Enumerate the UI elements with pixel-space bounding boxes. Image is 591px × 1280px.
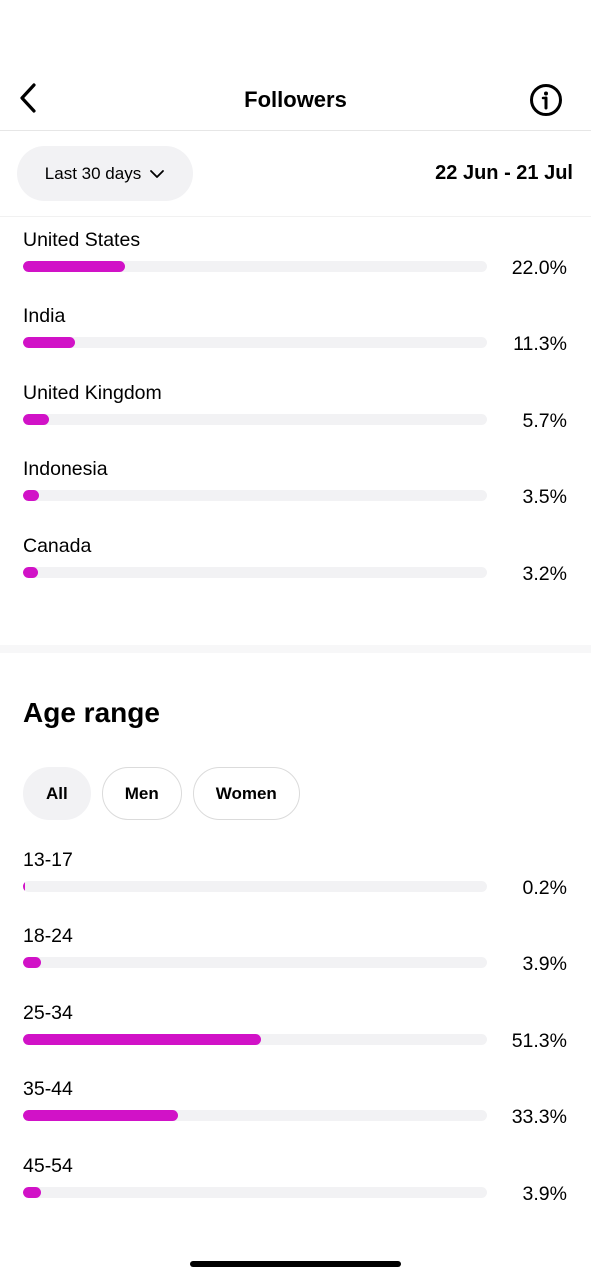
bar-track [23, 566, 487, 578]
country-label: Indonesia [23, 458, 108, 481]
country-label: India [23, 305, 66, 328]
info-circle-icon [530, 84, 562, 116]
section-title-age-range: Age range [23, 697, 160, 728]
percentage-value: 3.9% [522, 1182, 567, 1205]
age-label: 13-17 [23, 849, 73, 871]
period-dropdown[interactable]: Last 30 days [17, 146, 193, 201]
date-range: 22 Jun - 21 Jul [435, 162, 573, 184]
percentage-value: 3.2% [522, 562, 567, 585]
percentage-value: 22.0% [511, 257, 567, 279]
percentage-value: 11.3% [513, 333, 567, 356]
chip-women[interactable]: Women [192, 767, 300, 820]
percentage-value: 3.5% [522, 486, 567, 509]
age-label: 35-44 [23, 1078, 73, 1101]
age-label: 45-54 [23, 1154, 73, 1177]
chip-men[interactable]: Men [101, 767, 182, 820]
bar-fill [23, 337, 76, 349]
period-label: Last 30 days [44, 163, 142, 183]
header-bar: Followers [0, 70, 591, 131]
info-button[interactable] [529, 83, 563, 117]
bar-fill [23, 490, 40, 502]
list-item: 13-17 0.2% [0, 848, 591, 924]
country-label: United Kingdom [23, 381, 162, 404]
list-item: Indonesia 3.5% [0, 457, 591, 533]
bar-fill [23, 566, 38, 578]
age-label: 18-24 [23, 925, 73, 948]
bar-fill [23, 1110, 178, 1122]
bar-fill [23, 261, 126, 272]
country-list: United States 22.0% India 11.3% United K… [0, 228, 591, 610]
list-item: 25-34 51.3% [0, 1001, 591, 1077]
bar-track [23, 337, 487, 349]
list-item: 45-54 3.9% [0, 1154, 591, 1230]
percentage-value: 0.2% [522, 877, 567, 899]
country-label: Canada [23, 534, 92, 557]
bar-track [23, 1033, 487, 1045]
filter-row: Last 30 days 22 Jun - 21 Jul [0, 132, 591, 217]
bar-fill [23, 1033, 262, 1045]
country-label: United States [23, 229, 141, 251]
percentage-value: 5.7% [522, 409, 567, 432]
list-item: 35-44 33.3% [0, 1077, 591, 1153]
bar-fill [23, 1186, 42, 1198]
page-title: Followers [244, 87, 347, 112]
bar-track [23, 957, 487, 969]
bar-track [23, 490, 487, 502]
list-item: United States 22.0% [0, 228, 591, 304]
list-item: Canada 3.2% [0, 534, 591, 610]
percentage-value: 3.9% [522, 953, 567, 976]
age-label: 25-34 [23, 1001, 73, 1024]
chip-all[interactable]: All [23, 767, 91, 820]
section-divider [0, 645, 591, 653]
list-item: United Kingdom 5.7% [0, 381, 591, 457]
bar-track [23, 1186, 487, 1198]
bar-track [23, 881, 487, 892]
percentage-value: 33.3% [511, 1106, 567, 1129]
bar-track [23, 413, 487, 425]
chevron-down-icon [150, 169, 165, 178]
list-item: 18-24 3.9% [0, 924, 591, 1000]
bar-fill [23, 413, 50, 425]
home-indicator [190, 1261, 401, 1267]
percentage-value: 51.3% [511, 1029, 567, 1052]
bar-track [23, 1110, 487, 1122]
bar-fill [23, 881, 25, 892]
gender-filter-chips: All Men Women [23, 767, 300, 820]
list-item: India 11.3% [0, 304, 591, 380]
bar-fill [23, 957, 42, 969]
bar-track [23, 261, 487, 272]
age-list: 13-17 0.2% 18-24 3.9% 25-34 51.3% 35-44 … [0, 848, 591, 1230]
